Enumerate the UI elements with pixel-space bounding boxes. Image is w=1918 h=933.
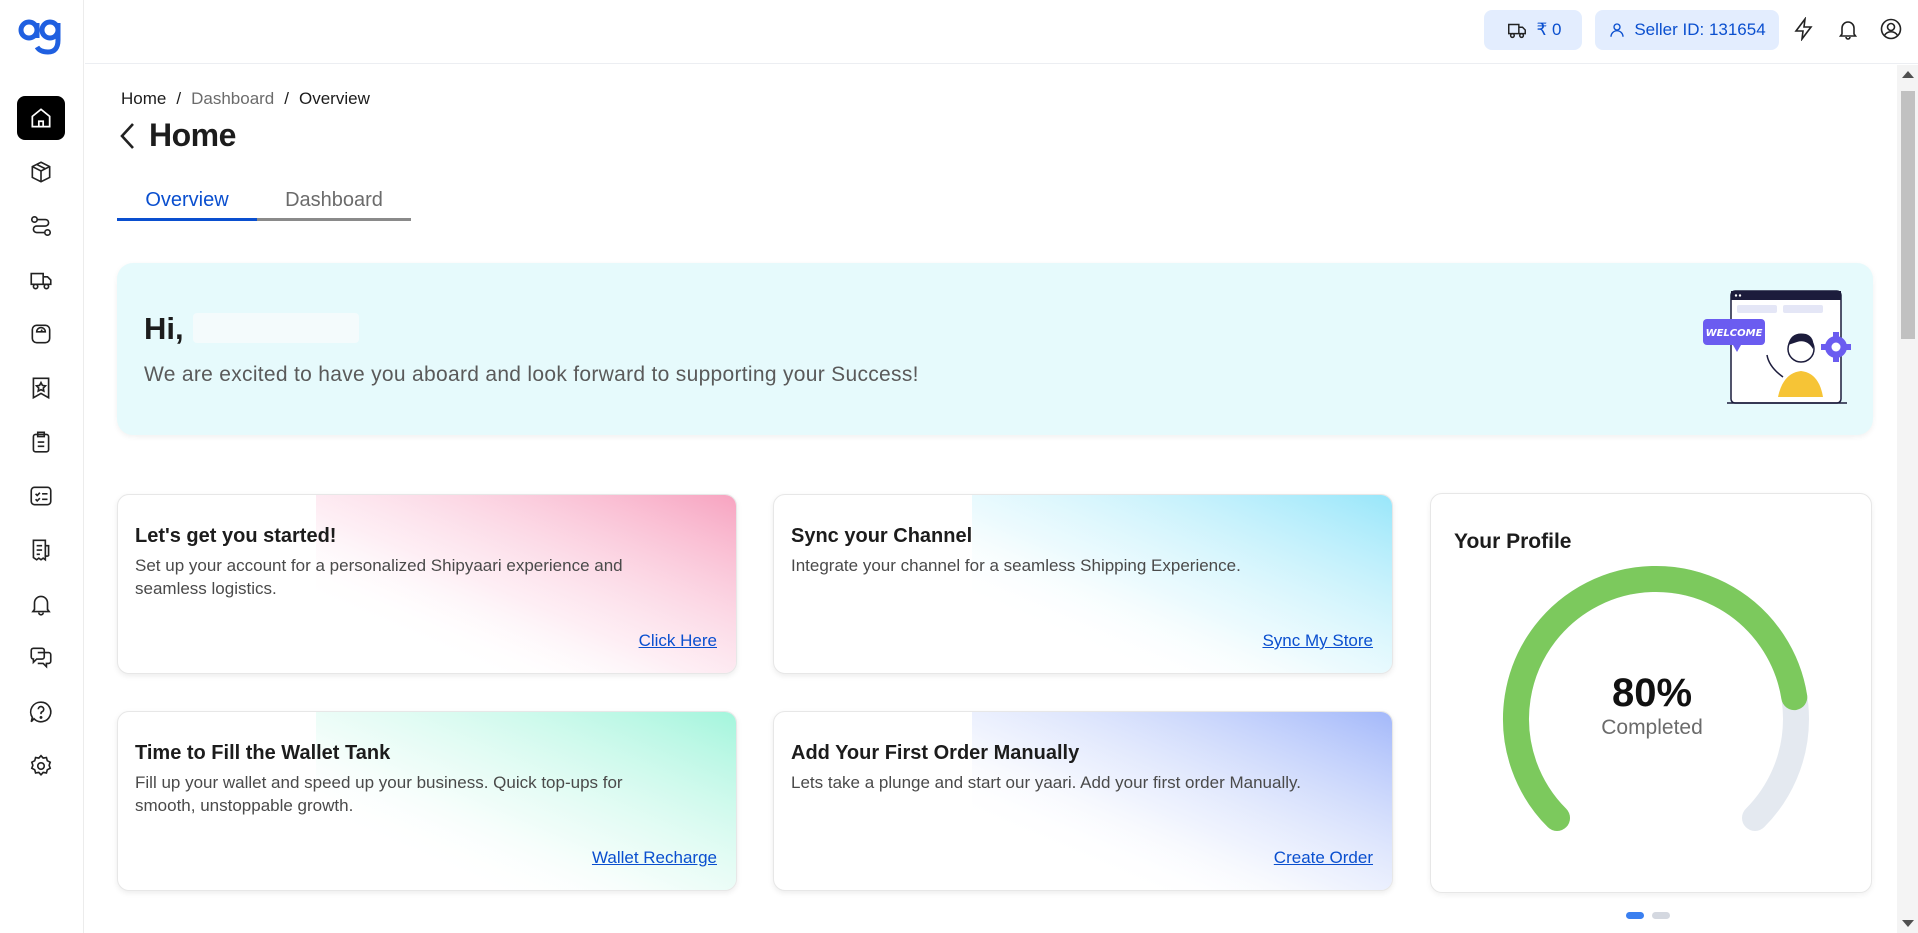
scroll-down-arrow[interactable] <box>1902 920 1914 927</box>
seller-id: Seller ID: 131654 <box>1634 20 1766 39</box>
top-bar: ₹ 0 Seller ID: 131654 <box>85 0 1918 64</box>
sidebar-item-orders[interactable] <box>17 420 65 464</box>
card-title: Time to Fill the Wallet Tank <box>135 742 391 764</box>
breadcrumb-dashboard[interactable]: Dashboard <box>191 89 274 109</box>
card-title: Add Your First Order Manually <box>791 742 1080 764</box>
card-get-started: Let's get you started! Set up your accou… <box>117 494 737 674</box>
user-icon <box>1610 23 1624 37</box>
receipt-icon <box>32 539 50 562</box>
back-arrow-icon[interactable] <box>117 121 139 151</box>
sidebar-item-home[interactable] <box>17 96 65 140</box>
seller-id-badge[interactable]: Seller ID: 131654 <box>1595 10 1779 50</box>
welcome-message: We are excited to have you aboard and lo… <box>144 363 919 386</box>
sidebar-item-products[interactable] <box>17 150 65 194</box>
checklist-icon <box>30 486 52 506</box>
sidebar-item-chat[interactable] <box>17 636 65 680</box>
sidebar-item-tasks[interactable] <box>17 474 65 518</box>
sync-my-store-link[interactable]: Sync My Store <box>1262 631 1373 651</box>
breadcrumb-separator: / <box>176 89 182 108</box>
tab-overview[interactable]: Overview <box>117 189 257 221</box>
card-description: Set up your account for a personalized S… <box>135 556 623 598</box>
route-icon <box>30 215 52 237</box>
profile-title: Your Profile <box>1454 530 1572 553</box>
clipboard-icon <box>32 431 50 453</box>
breadcrumb: Home / Dashboard / Overview <box>121 89 370 109</box>
greeting: Hi, <box>144 311 184 346</box>
box-icon <box>31 161 51 183</box>
wallet-balance: ₹ 0 <box>1536 20 1562 39</box>
wallet-balance-button[interactable]: ₹ 0 <box>1484 10 1582 50</box>
create-order-link[interactable]: Create Order <box>1274 848 1373 868</box>
card-sync-channel: Sync your Channel Integrate your channel… <box>773 494 1393 674</box>
sidebar-item-settings[interactable] <box>17 744 65 788</box>
svg-text:WELCOME: WELCOME <box>1706 328 1763 339</box>
sidebar-item-billing[interactable] <box>17 528 65 572</box>
click-here-link[interactable]: Click Here <box>639 631 717 651</box>
breadcrumb-overview: Overview <box>299 89 370 108</box>
welcome-banner: Hi, We are excited to have you aboard an… <box>117 263 1873 435</box>
badge-star-icon <box>32 377 50 400</box>
page-scrollbar[interactable] <box>1897 65 1918 933</box>
sidebar-item-notifications[interactable] <box>17 582 65 626</box>
card-description: Fill up your wallet and speed up your bu… <box>135 773 623 815</box>
chat-icon <box>30 647 52 669</box>
breadcrumb-home[interactable]: Home <box>121 89 166 109</box>
user-circle-icon <box>1880 18 1902 40</box>
breadcrumb-separator: / <box>284 89 289 108</box>
settings-icon <box>30 754 52 776</box>
notifications-button[interactable] <box>1834 15 1862 43</box>
truck-wallet-icon <box>1507 23 1526 39</box>
carousel-dot[interactable] <box>1652 912 1670 919</box>
tab-bar: Overview Dashboard <box>117 189 411 221</box>
quick-actions-button[interactable] <box>1790 15 1818 43</box>
card-description: Integrate your channel for a seamless Sh… <box>791 556 1241 575</box>
brand-logo[interactable] <box>18 16 64 56</box>
account-button[interactable] <box>1877 15 1905 43</box>
sidebar-item-routes[interactable] <box>17 204 65 248</box>
card-title: Sync your Channel <box>791 525 973 547</box>
sidebar-item-shipments[interactable] <box>17 258 65 302</box>
scroll-up-arrow[interactable] <box>1902 71 1914 78</box>
main-content: Home / Dashboard / Overview Home Overvie… <box>85 65 1897 933</box>
scroll-thumb[interactable] <box>1901 91 1915 339</box>
user-name-redacted <box>193 313 359 343</box>
card-title: Let's get you started! <box>135 525 337 547</box>
profile-percent-label: Completed <box>1601 716 1703 739</box>
sidebar <box>0 0 84 933</box>
page-header: Home <box>117 117 236 154</box>
profile-completion-card: Your Profile 80% Completed <box>1430 493 1872 893</box>
card-description: Lets take a plunge and start our yaari. … <box>791 773 1301 792</box>
card-first-order: Add Your First Order Manually Lets take … <box>773 711 1393 891</box>
profile-percent: 80% <box>1611 671 1693 715</box>
truck-icon <box>30 272 52 290</box>
lightning-icon <box>1794 17 1813 41</box>
page-title: Home <box>149 117 236 153</box>
welcome-illustration: WELCOME <box>1703 290 1851 404</box>
bell-icon <box>1838 21 1858 40</box>
sidebar-item-weight[interactable] <box>17 312 65 356</box>
carousel-indicator <box>1626 912 1670 919</box>
help-icon <box>29 701 52 723</box>
tab-dashboard[interactable]: Dashboard <box>257 189 411 218</box>
bell-icon <box>31 595 51 616</box>
sidebar-item-help[interactable] <box>17 690 65 734</box>
home-icon <box>31 108 51 128</box>
wallet-recharge-link[interactable]: Wallet Recharge <box>592 848 717 868</box>
weight-scale-icon <box>31 324 51 344</box>
sidebar-item-reviews[interactable] <box>17 366 65 410</box>
card-wallet: Time to Fill the Wallet Tank Fill up you… <box>117 711 737 891</box>
carousel-dot[interactable] <box>1626 912 1644 919</box>
